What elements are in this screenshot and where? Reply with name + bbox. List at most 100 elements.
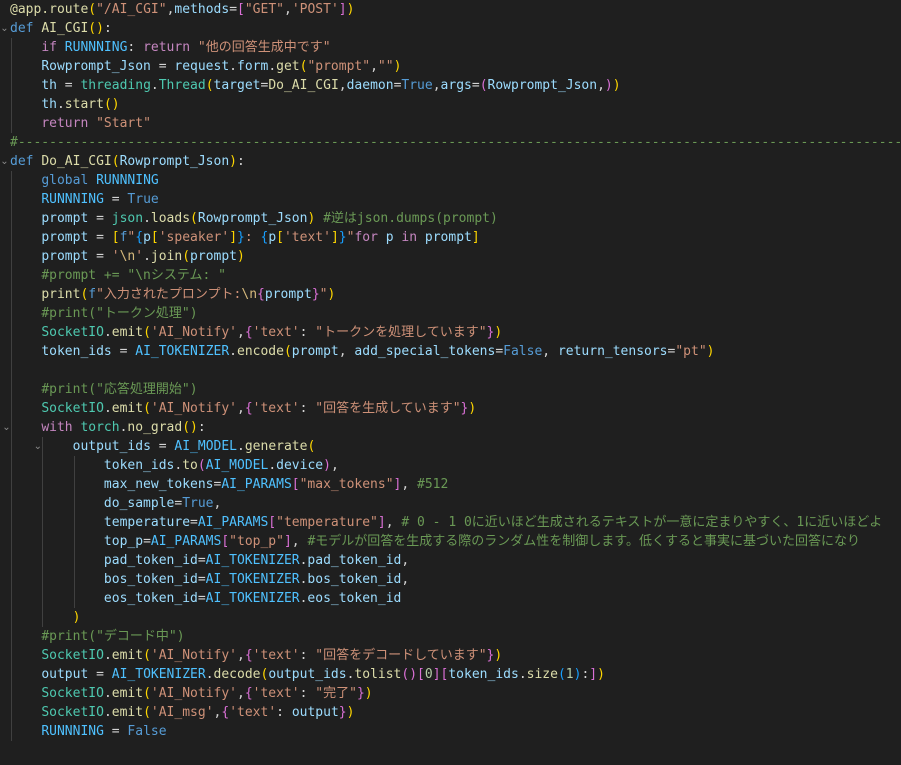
code-editor[interactable]: @app.route("/AI_CGI",methods=["GET",'POS… bbox=[0, 0, 901, 765]
code-line[interactable]: token_ids.to(AI_MODEL.device), bbox=[0, 456, 339, 475]
code-token: AI_MODEL bbox=[205, 458, 269, 473]
code-token: ] bbox=[471, 230, 480, 245]
code-line[interactable]: def Do_AI_CGI(Rowprompt_Json): bbox=[0, 152, 245, 171]
code-line[interactable]: with torch.no_grad(): bbox=[0, 418, 206, 437]
code-token: ( bbox=[143, 648, 151, 663]
code-token: = bbox=[197, 572, 206, 587]
chevron-down-icon[interactable]: ⌄ bbox=[0, 19, 9, 38]
code-token: . bbox=[229, 344, 237, 359]
code-token: : bbox=[197, 420, 206, 435]
code-token: = bbox=[143, 534, 151, 549]
code-token: request bbox=[174, 59, 230, 74]
code-line[interactable] bbox=[0, 361, 41, 380]
code-token: pad_token_id bbox=[307, 553, 402, 568]
code-line[interactable]: #prompt += "\nシステム: " bbox=[0, 266, 226, 285]
code-token: = bbox=[495, 344, 504, 359]
code-token: [ bbox=[221, 534, 230, 549]
code-line[interactable]: #---------------------------------------… bbox=[0, 133, 901, 152]
code-token: . bbox=[103, 705, 112, 720]
code-token: 'AI_Notify' bbox=[150, 325, 237, 340]
code-token: = bbox=[56, 78, 81, 93]
code-token: with bbox=[41, 420, 81, 435]
chevron-down-icon[interactable]: ⌄ bbox=[0, 152, 9, 171]
code-line[interactable]: ) bbox=[0, 608, 81, 627]
code-token: output bbox=[291, 705, 339, 720]
code-line[interactable]: #print("トークン処理") bbox=[0, 304, 197, 323]
code-line[interactable]: prompt = json.loads(Rowprompt_Json) #逆はj… bbox=[0, 209, 498, 228]
code-token: return bbox=[41, 116, 97, 131]
code-token: in bbox=[393, 230, 425, 245]
code-token: "回答をデコードしています" bbox=[315, 648, 487, 663]
code-line[interactable]: do_sample=True, bbox=[0, 494, 221, 513]
code-line[interactable]: temperature=AI_PARAMS["temperature"], # … bbox=[0, 513, 882, 532]
code-token: json bbox=[111, 211, 144, 226]
code-token: = bbox=[88, 230, 112, 245]
code-token: { bbox=[244, 648, 253, 663]
code-token: ) bbox=[706, 344, 715, 359]
code-token: device bbox=[276, 458, 324, 473]
code-line[interactable]: output_ids = AI_MODEL.generate( bbox=[0, 437, 316, 456]
code-line[interactable]: eos_token_id=AI_TOKENIZER.eos_token_id bbox=[0, 589, 401, 608]
code-token: ( bbox=[143, 686, 151, 701]
code-token: add_special_tokens bbox=[354, 344, 496, 359]
code-line[interactable]: print(f"入力されたプロンプト:\n{prompt}") bbox=[0, 285, 335, 304]
code-token: f bbox=[88, 287, 97, 302]
code-line[interactable]: SocketIO.emit('AI_msg',{'text': output}) bbox=[0, 703, 354, 722]
code-token: ( bbox=[307, 439, 316, 454]
code-line[interactable]: th.start() bbox=[0, 95, 119, 114]
code-token: } bbox=[311, 287, 320, 302]
code-token: encode bbox=[237, 344, 284, 359]
code-token: : bbox=[299, 325, 316, 340]
code-line[interactable]: SocketIO.emit('AI_Notify',{'text': "回答をデ… bbox=[0, 646, 502, 665]
code-line[interactable]: th = threading.Thread(target=Do_AI_CGI,d… bbox=[0, 76, 620, 95]
code-token: Rowprompt_Json bbox=[41, 59, 151, 74]
code-token: ) bbox=[604, 78, 613, 93]
code-token: return_tensors bbox=[557, 344, 668, 359]
code-token: , bbox=[432, 78, 441, 93]
code-token: torch bbox=[80, 420, 120, 435]
code-line[interactable]: top_p=AI_PARAMS["top_p"], #モデルが回答を生成する際の… bbox=[0, 532, 860, 551]
code-line[interactable]: prompt = '\n'.join(prompt) bbox=[0, 247, 245, 266]
code-token: True bbox=[401, 78, 433, 93]
code-token: . bbox=[268, 59, 277, 74]
code-line[interactable]: def AI_CGI(): bbox=[0, 19, 112, 38]
code-line[interactable]: max_new_tokens=AI_PARAMS["max_tokens"], … bbox=[0, 475, 448, 494]
code-token: loads bbox=[150, 211, 191, 226]
code-token: [ bbox=[268, 515, 277, 530]
code-line[interactable]: SocketIO.emit('AI_Notify',{'text': "完了"}… bbox=[0, 684, 372, 703]
code-token: True bbox=[182, 496, 214, 511]
code-line[interactable]: return "Start" bbox=[0, 114, 151, 133]
code-token: [ bbox=[291, 477, 300, 492]
code-token: AI_PARAMS bbox=[150, 534, 222, 549]
code-token: AI_CGI bbox=[41, 21, 89, 36]
code-line[interactable]: output = AI_TOKENIZER.decode(output_ids.… bbox=[0, 665, 605, 684]
code-line[interactable]: pad_token_id=AI_TOKENIZER.pad_token_id, bbox=[0, 551, 409, 570]
code-line[interactable]: SocketIO.emit('AI_Notify',{'text': "回答を生… bbox=[0, 399, 476, 418]
code-token: [ bbox=[237, 2, 245, 17]
code-token: ( bbox=[557, 667, 566, 682]
code-token: } bbox=[338, 705, 347, 720]
code-line[interactable]: bos_token_id=AI_TOKENIZER.bos_token_id, bbox=[0, 570, 409, 589]
code-line[interactable]: if RUNNNING: return "他の回答生成中です" bbox=[0, 38, 330, 57]
code-line[interactable]: RUNNNING = True bbox=[0, 190, 158, 209]
code-line[interactable]: Rowprompt_Json = request.form.get("promp… bbox=[0, 57, 401, 76]
code-line[interactable]: token_ids = AI_TOKENIZER.encode(prompt, … bbox=[0, 342, 714, 361]
code-line[interactable]: #print("デコード中") bbox=[0, 627, 184, 646]
code-token: SocketIO bbox=[41, 401, 104, 416]
code-token: threading bbox=[80, 78, 151, 93]
chevron-down-icon[interactable]: ⌄ bbox=[33, 437, 42, 456]
code-token: 'AI_msg' bbox=[150, 705, 214, 720]
code-token: prompt bbox=[190, 249, 238, 264]
code-token: , bbox=[338, 344, 355, 359]
chevron-down-icon[interactable]: ⌄ bbox=[2, 418, 11, 437]
code-line[interactable]: global RUNNNING bbox=[0, 171, 158, 190]
code-line[interactable]: #print("応答処理開始") bbox=[0, 380, 197, 399]
code-token: def bbox=[10, 154, 42, 169]
code-line[interactable]: SocketIO.emit('AI_Notify',{'text': "トークン… bbox=[0, 323, 502, 342]
code-line[interactable]: RUNNNING = False bbox=[0, 722, 166, 741]
code-line[interactable]: @app.route("/AI_CGI",methods=["GET",'POS… bbox=[0, 0, 354, 19]
code-line[interactable]: prompt = [f"{p['speaker']}: {p['text']}"… bbox=[0, 228, 480, 247]
code-token: "/AI_CGI" bbox=[96, 2, 167, 17]
code-token: , bbox=[385, 515, 402, 530]
